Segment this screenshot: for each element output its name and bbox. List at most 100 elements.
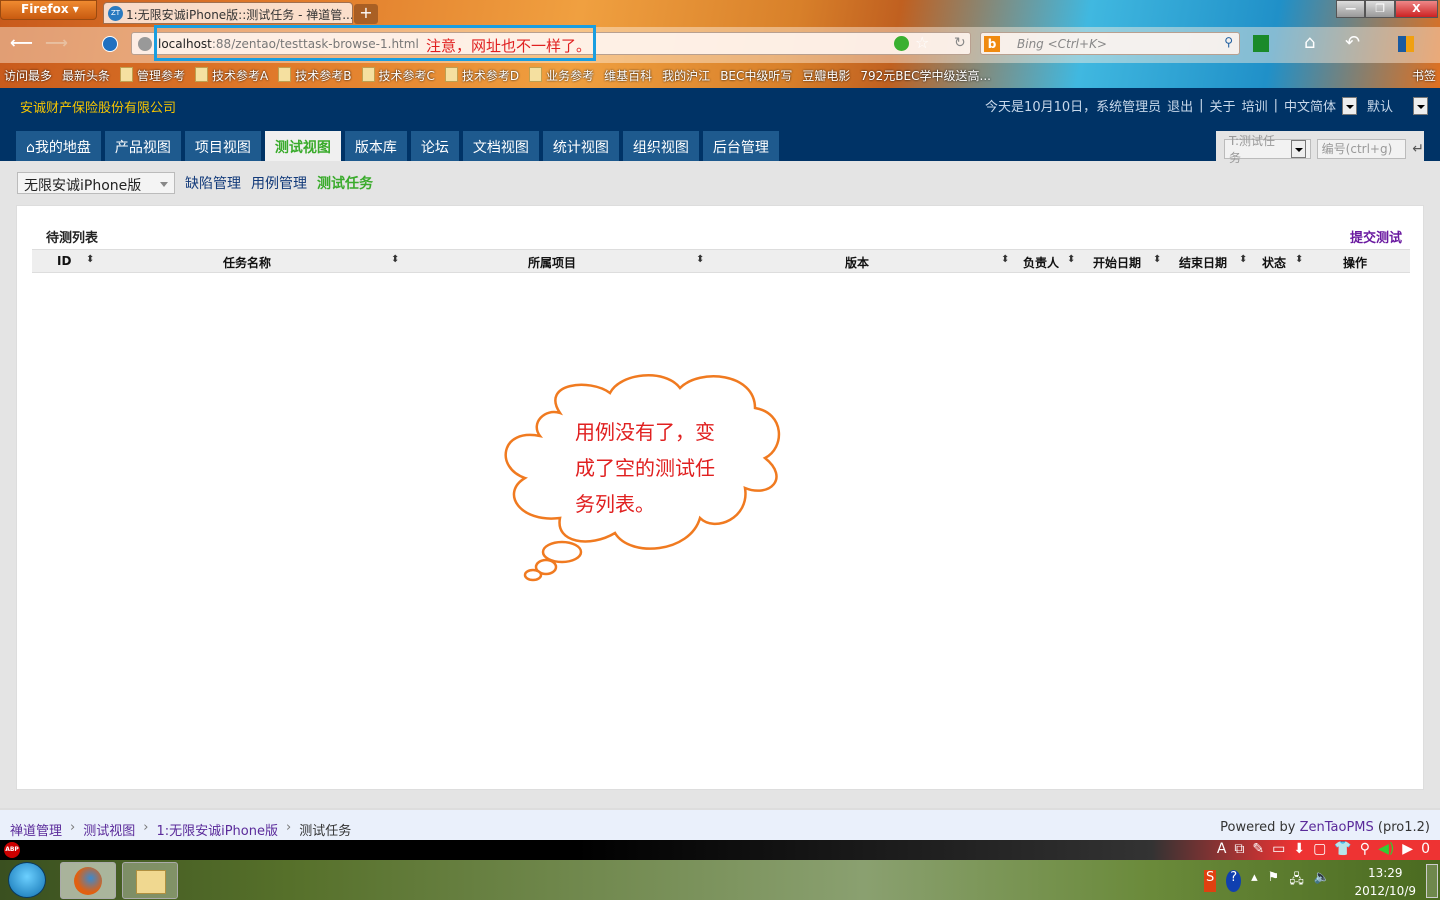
start-button[interactable] [8,862,46,898]
bookmark-folder[interactable]: 技术参考C [362,67,435,84]
object-type-select[interactable]: T:测试任务 [1224,134,1311,165]
zentao-link[interactable]: ZenTaoPMS [1300,820,1374,835]
network-icon[interactable]: 🖧 [1289,870,1304,892]
reload-icon[interactable]: ↻ [954,35,966,51]
adblock-icon[interactable]: ABP [4,842,20,858]
sort-icon[interactable]: ⬍ [1295,254,1303,265]
zoom-icon[interactable]: ⚲ [1360,841,1370,857]
history-icon[interactable] [102,36,118,52]
bookmark-item[interactable]: 792元BEC学中级送高... [860,67,991,84]
chevron-down-icon[interactable] [1341,96,1357,115]
bookmark-item[interactable]: BEC中级听写 [720,67,792,84]
new-tab-button[interactable]: + [354,4,378,24]
submit-test-link[interactable]: 提交测试 [1350,227,1402,246]
tab-company[interactable]: 组织视图 [622,131,699,161]
sort-icon[interactable]: ⬍ [86,254,94,265]
bookmark-item[interactable]: 访问最多 [4,67,52,84]
col-status[interactable]: 状态 [1262,254,1286,271]
restore-button[interactable]: ❐ [1365,0,1395,18]
speaker-icon[interactable]: 🔈 [1314,870,1330,892]
search-icon[interactable]: ⚲ [1224,35,1233,49]
search-input[interactable]: b Bing <Ctrl+K> ⚲ [980,32,1240,55]
sogou-icon[interactable]: S [1203,870,1217,892]
subnav-testcase[interactable]: 用例管理 [251,173,307,193]
firefox-taskbar-button[interactable] [60,862,116,899]
tab-report[interactable]: 统计视图 [542,131,619,161]
tab-qa[interactable]: 测试视图 [264,131,341,161]
font-icon[interactable]: A [1217,841,1227,857]
shirt-icon[interactable]: 👕 [1334,841,1351,857]
tab-repo[interactable]: 版本库 [344,131,407,161]
clock[interactable]: 13:29 2012/10/9 [1354,864,1416,900]
tab-doc[interactable]: 文档视图 [462,131,539,161]
home-icon[interactable]: ⌂ [1304,32,1315,53]
enter-icon[interactable]: ↵ [1412,141,1424,157]
bookmark-folder[interactable]: 业务参考 [529,67,594,84]
product-select[interactable]: 无限安诚iPhone版 [17,172,175,194]
breadcrumb-home[interactable]: 禅道管理 [10,820,62,839]
col-begin[interactable]: 开始日期 [1093,254,1141,271]
language-select[interactable]: 中文简体 [1284,96,1336,115]
close-button[interactable]: X [1394,0,1438,18]
sort-icon[interactable]: ⬍ [1067,254,1075,265]
about-link[interactable]: 关于 [1210,96,1236,115]
show-desktop-button[interactable] [1426,864,1438,898]
addon-icon[interactable] [1398,36,1414,52]
play-icon[interactable]: ▶ [1402,841,1413,857]
breadcrumb-product[interactable]: 1:无限安诚iPhone版 [156,820,278,839]
col-end[interactable]: 结束日期 [1179,254,1227,271]
chevron-down-icon[interactable] [1413,96,1428,115]
douban-icon[interactable] [1253,35,1269,52]
firefox-menu-button[interactable]: Firefox ▾ [0,0,97,20]
bookmark-folder[interactable]: 技术参考B [278,67,351,84]
go-icon[interactable] [894,36,909,51]
subnav-testtask[interactable]: 测试任务 [317,173,373,193]
tab-admin[interactable]: 后台管理 [702,131,779,161]
tab-product[interactable]: 产品视图 [104,131,181,161]
bookmark-item[interactable]: 豆瓣电影 [802,67,850,84]
download-icon[interactable]: ⬇ [1293,841,1305,857]
flag-icon[interactable]: ⚑ [1268,870,1280,892]
sort-icon[interactable]: ⬍ [391,254,399,265]
bookmark-folder[interactable]: 管理参考 [120,67,185,84]
col-build[interactable]: 版本 [845,254,869,271]
training-link[interactable]: 培训 [1242,96,1268,115]
back-icon[interactable]: ⟵ [10,33,33,52]
mask-icon[interactable]: ▭ [1272,841,1285,857]
explorer-taskbar-button[interactable] [122,862,178,899]
forward-icon[interactable]: ⟶ [45,33,68,52]
bookmark-item[interactable]: 最新头条 [62,67,110,84]
undo-close-icon[interactable]: ↶ [1345,32,1360,53]
window-icon[interactable]: ▢ [1313,841,1326,857]
screenshot-icon[interactable]: ⧉ [1234,841,1244,857]
col-owner[interactable]: 负责人 [1023,254,1059,271]
footer: 禅道管理 › 测试视图 › 1:无限安诚iPhone版 › 测试任务 Powered … [0,808,1440,840]
sort-icon[interactable]: ⬍ [1001,254,1009,265]
show-hidden-icon[interactable]: ▴ [1251,870,1258,892]
minimize-button[interactable]: — [1336,0,1366,18]
browser-tab[interactable]: ZT 1:无限安诚iPhone版::测试任务 - 禅道管... [103,2,353,24]
col-id[interactable]: ID [57,254,71,268]
bookmarks-menu[interactable]: 书签 [1412,67,1436,84]
bookmark-item[interactable]: 我的沪江 [662,67,710,84]
tab-my[interactable]: ⌂我的地盘 [16,131,101,161]
col-name[interactable]: 任务名称 [223,254,271,271]
tab-forum[interactable]: 论坛 [410,131,459,161]
sort-icon[interactable]: ⬍ [696,254,704,265]
bookmark-item[interactable]: 维基百科 [604,67,652,84]
object-id-input[interactable]: 编号(ctrl+g) [1316,138,1407,159]
sort-icon[interactable]: ⬍ [1153,254,1161,265]
logout-link[interactable]: 退出 [1167,96,1193,115]
star-icon[interactable]: ☆ [915,33,929,52]
sort-icon[interactable]: ⬍ [1239,254,1247,265]
brush-icon[interactable]: ✎ [1252,841,1264,857]
subnav-bug[interactable]: 缺陷管理 [185,173,241,193]
tab-project[interactable]: 项目视图 [184,131,261,161]
bookmark-folder[interactable]: 技术参考D [445,67,519,84]
help-icon[interactable]: ? [1226,870,1242,892]
theme-select[interactable]: 默认 [1367,96,1393,115]
breadcrumb-qa[interactable]: 测试视图 [83,820,135,839]
bookmark-folder[interactable]: 技术参考A [195,67,268,84]
col-project[interactable]: 所属项目 [528,254,576,271]
volume-icon[interactable]: ◀) [1378,841,1394,857]
